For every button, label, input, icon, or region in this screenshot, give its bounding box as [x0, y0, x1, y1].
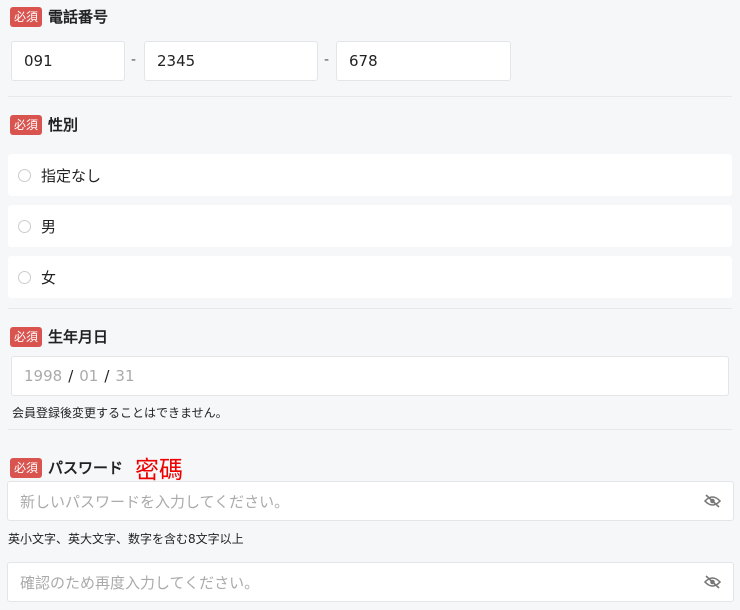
option-label: 指定なし — [41, 166, 102, 185]
phone-separator: - — [131, 52, 137, 68]
password-confirm-input[interactable]: 確認のため再度入力してください。 — [7, 562, 734, 602]
birthday-note: 会員登録後変更することはできません。 — [12, 406, 228, 420]
month-field[interactable]: 01 — [79, 367, 98, 385]
phone-part-2-input[interactable]: 2345 — [144, 41, 318, 81]
password-hint: 英小文字、英大文字、数字を含む8文字以上 — [8, 532, 244, 546]
eye-slash-icon[interactable] — [704, 575, 721, 589]
gender-label-text: 性別 — [48, 116, 79, 134]
birthday-label: 必須 生年月日 — [10, 326, 108, 347]
divider — [8, 308, 732, 309]
date-separator: / — [104, 367, 110, 385]
phone-label-text: 電話番号 — [48, 8, 109, 26]
password-placeholder: 新しいパスワードを入力してください。 — [20, 492, 290, 511]
birthday-input[interactable]: 1998 / 01 / 31 — [11, 356, 729, 396]
gender-option-unspecified[interactable]: 指定なし — [8, 154, 732, 196]
phone-part-1-input[interactable]: 091 — [11, 41, 125, 81]
radio-icon[interactable] — [18, 219, 31, 233]
required-badge: 必須 — [10, 457, 43, 478]
phone-label: 必須 電話番号 — [10, 6, 108, 27]
password-annotation: 密碼 — [135, 456, 184, 484]
gender-option-female[interactable]: 女 — [8, 256, 732, 298]
required-badge: 必須 — [10, 6, 43, 27]
phone-part-3-input[interactable]: 678 — [336, 41, 511, 81]
required-badge: 必須 — [10, 326, 43, 347]
password-input[interactable]: 新しいパスワードを入力してください。 — [7, 481, 734, 521]
option-label: 女 — [41, 268, 57, 287]
year-field[interactable]: 1998 — [24, 367, 62, 385]
password-label: 必須 パスワード 密碼 — [10, 450, 183, 485]
option-label: 男 — [41, 217, 57, 236]
password-label-text: パスワード — [48, 459, 124, 477]
divider — [8, 96, 732, 97]
password-confirm-placeholder: 確認のため再度入力してください。 — [20, 573, 260, 592]
phone-separator: - — [324, 52, 330, 68]
date-separator: / — [68, 367, 74, 385]
gender-option-male[interactable]: 男 — [8, 205, 732, 247]
day-field[interactable]: 31 — [115, 367, 134, 385]
gender-label: 必須 性別 — [10, 114, 78, 135]
birthday-label-text: 生年月日 — [48, 328, 109, 346]
radio-icon[interactable] — [18, 270, 31, 284]
required-badge: 必須 — [10, 114, 43, 135]
divider — [8, 429, 732, 430]
eye-slash-icon[interactable] — [704, 494, 721, 508]
radio-icon[interactable] — [18, 168, 31, 182]
